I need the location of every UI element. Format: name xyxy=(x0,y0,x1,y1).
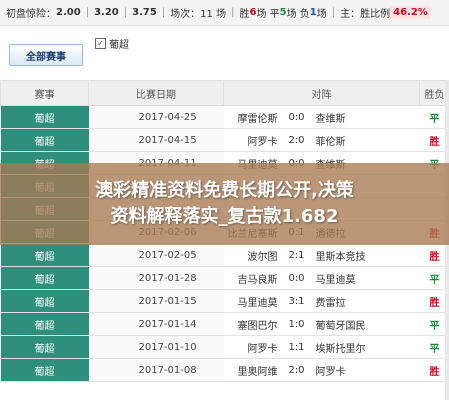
header-matchup: 对阵 xyxy=(222,80,421,106)
loss-count: 1 xyxy=(309,7,317,18)
score-cell: 2:1 xyxy=(283,243,310,267)
home-team[interactable]: 摩雷伦斯 xyxy=(223,105,284,129)
score-cell: 2:0 xyxy=(283,358,310,382)
league-cell: 葡超 xyxy=(0,266,89,290)
win-ratio: 46.2% xyxy=(390,6,431,19)
date-cell: 2017-01-15 xyxy=(88,289,224,313)
end-label: 场 xyxy=(316,9,327,20)
date-cell: 2017-01-10 xyxy=(88,335,224,359)
score-cell: 0:0 xyxy=(283,105,310,129)
home-team[interactable]: 阿罗卡 xyxy=(223,335,284,359)
odds-away: 3.75 xyxy=(132,7,157,18)
ratio-label: 主：胜比例 xyxy=(340,9,391,20)
away-team[interactable]: 阿罗卡 xyxy=(309,358,420,382)
date-cell: 2017-04-15 xyxy=(88,128,224,152)
odds-draw: 3.20 xyxy=(94,7,119,18)
win-count: 6 xyxy=(249,7,257,18)
odds-summary-bar: 初盘惊险： 2.00 | 3.20 | 3.75 | 场次：11 场 | 胜 6… xyxy=(0,0,449,26)
divider: | xyxy=(85,7,90,18)
home-team[interactable]: 吉马良斯 xyxy=(223,266,284,290)
away-team[interactable]: 里斯本竞技 xyxy=(309,243,420,267)
header-league: 赛事 xyxy=(0,80,89,106)
home-team[interactable]: 波尔图 xyxy=(223,243,284,267)
league-cell: 葡超 xyxy=(0,289,89,313)
home-team[interactable]: 阿罗卡 xyxy=(223,128,284,152)
score-cell: 3:1 xyxy=(283,289,310,313)
divider: | xyxy=(331,7,336,18)
league-cell: 葡超 xyxy=(0,105,89,129)
home-team[interactable]: 塞图巴尔 xyxy=(223,312,284,336)
divider: | xyxy=(161,7,166,18)
score-cell: 0:0 xyxy=(283,266,310,290)
home-team[interactable]: 里奥阿维 xyxy=(223,358,284,382)
home-team[interactable]: 马里迪莫 xyxy=(223,289,284,313)
table-row[interactable]: 葡超 2017-04-25 摩雷伦斯 0:0 查维斯平 xyxy=(0,105,449,129)
league-cell: 葡超 xyxy=(0,128,89,152)
away-team[interactable]: 菲伦斯 xyxy=(309,128,420,152)
score-cell: 2:0 xyxy=(283,128,310,152)
league-cell: 葡超 xyxy=(0,335,89,359)
table-row[interactable]: 葡超 2017-02-05 波尔图 2:1 里斯本竞技胜 xyxy=(0,243,449,267)
divider: | xyxy=(231,7,235,18)
banner-line-1: 澳彩精准资料免费长期公开,决策 xyxy=(95,180,354,201)
odds-home: 2.00 xyxy=(56,7,81,18)
draw-count: 5 xyxy=(279,7,287,18)
date-cell: 2017-04-25 xyxy=(88,105,224,129)
table-row[interactable]: 葡超 2017-01-08 里奥阿维 2:0 阿罗卡胜 xyxy=(0,358,449,382)
date-cell: 2017-01-14 xyxy=(88,312,224,336)
overlay-banner: 澳彩精准资料免费长期公开,决策 资料解释落实_复古款1.682 xyxy=(0,163,449,245)
table-row[interactable]: 葡超 2017-01-10 阿罗卡 1:1 埃斯托里尔平 xyxy=(0,335,449,359)
away-team[interactable]: 费雷拉 xyxy=(309,289,420,313)
filter-bar: 全部赛事 ✓ 葡超 xyxy=(0,26,449,80)
score-cell: 1:0 xyxy=(283,312,310,336)
date-cell: 2017-01-28 xyxy=(88,266,224,290)
match-count: 场次：11 场 xyxy=(170,9,227,20)
league-cell: 葡超 xyxy=(0,312,89,336)
table-row[interactable]: 葡超 2017-01-15 马里迪莫 3:1 费雷拉胜 xyxy=(0,289,449,313)
table-row[interactable]: 葡超 2017-01-14 塞图巴尔 1:0 葡萄牙国民平 xyxy=(0,312,449,336)
checkbox-icon[interactable]: ✓ xyxy=(95,38,106,49)
league-cell: 葡超 xyxy=(0,358,89,382)
league-cell: 葡超 xyxy=(0,243,89,267)
league-filter-checkbox[interactable]: ✓ 葡超 xyxy=(95,36,129,51)
win-label: 胜 xyxy=(239,9,250,20)
header-date: 比赛日期 xyxy=(88,80,224,106)
league-filter-label: 葡超 xyxy=(109,40,129,51)
handicap-label: 初盘惊险： xyxy=(6,9,56,20)
date-cell: 2017-01-08 xyxy=(88,358,224,382)
table-row[interactable]: 葡超 2017-01-28 吉马良斯 0:0 马里迪莫平 xyxy=(0,266,449,290)
draw-label: 场 平 xyxy=(256,9,280,20)
all-events-button[interactable]: 全部赛事 xyxy=(9,44,83,66)
away-team[interactable]: 查维斯 xyxy=(309,105,420,129)
table-row[interactable]: 葡超 2017-04-15 阿罗卡 2:0 菲伦斯胜 xyxy=(0,128,449,152)
banner-line-2: 资料解释落实_复古款1.682 xyxy=(110,206,339,227)
date-cell: 2017-02-05 xyxy=(88,243,224,267)
away-team[interactable]: 马里迪莫 xyxy=(309,266,420,290)
loss-label: 场 负 xyxy=(286,9,310,20)
score-cell: 1:1 xyxy=(283,335,310,359)
away-team[interactable]: 葡萄牙国民 xyxy=(309,312,420,336)
table-header-row: 赛事 比赛日期 对阵 胜负 xyxy=(0,80,449,106)
away-team[interactable]: 埃斯托里尔 xyxy=(309,335,420,359)
divider: | xyxy=(123,7,128,18)
